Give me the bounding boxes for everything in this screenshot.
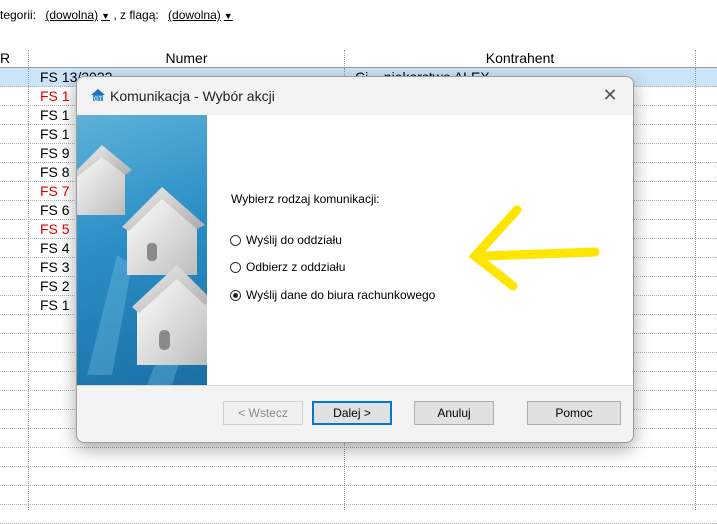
document-number-cell: FS 5: [40, 221, 70, 237]
category-filter-label: tegorii:: [0, 8, 37, 22]
radio-send-to-branch[interactable]: [230, 234, 241, 246]
table-row[interactable]: [0, 467, 717, 486]
dialog-title: Komunikacja - Wybór akcji: [110, 88, 275, 104]
document-number-cell: FS 1: [40, 126, 70, 142]
houses-illustration: [77, 115, 207, 385]
document-number-cell: FS 8: [40, 164, 70, 180]
table-row[interactable]: [0, 505, 717, 524]
document-number-cell: FS 9: [40, 145, 70, 161]
grid-divider: [28, 68, 29, 510]
house-app-icon: GT: [91, 89, 105, 102]
help-button[interactable]: Pomoc: [527, 401, 621, 425]
dialog-titlebar[interactable]: GT Komunikacja - Wybór akcji ✕: [77, 77, 633, 115]
radio-send-to-accounting[interactable]: [230, 289, 241, 301]
communication-type-prompt: Wybierz rodzaj komunikacji:: [231, 192, 380, 206]
grid-divider: [695, 68, 696, 510]
dropdown-arrow-icon: ▼: [223, 11, 233, 21]
option-receive-from-branch[interactable]: Odbierz z oddziału: [230, 260, 345, 274]
table-row[interactable]: [0, 448, 717, 467]
document-number-cell: FS 1: [40, 107, 70, 123]
document-number-cell: FS 1: [40, 88, 70, 104]
document-number-cell: FS 1: [40, 297, 70, 313]
flag-filter-label: , z flagą:: [113, 8, 159, 22]
document-number-cell: FS 6: [40, 202, 70, 218]
document-number-cell: FS 3: [40, 259, 70, 275]
dialog-separator: [77, 385, 633, 386]
back-button[interactable]: < Wstecz: [223, 401, 303, 425]
category-filter-dropdown[interactable]: (dowolna) ▼: [45, 8, 110, 22]
document-number-cell: FS 2: [40, 278, 70, 294]
document-number-cell: FS 7: [40, 183, 70, 199]
filter-bar: tegorii: (dowolna) ▼ , z flagą: (dowolna)…: [0, 8, 233, 24]
next-button[interactable]: Dalej >: [312, 401, 392, 425]
radio-receive-from-branch[interactable]: [230, 261, 241, 273]
svg-text:GT: GT: [94, 97, 103, 102]
cancel-button[interactable]: Anuluj: [414, 401, 494, 425]
column-header-extra: [696, 50, 717, 68]
document-number-cell: FS 4: [40, 240, 70, 256]
column-header-numer[interactable]: Numer: [29, 50, 345, 68]
column-header-kontrahent[interactable]: Kontrahent: [345, 50, 696, 68]
option-send-to-accounting[interactable]: Wyślij dane do biura rachunkowego: [230, 288, 435, 302]
flag-filter-dropdown[interactable]: (dowolna) ▼: [168, 8, 233, 22]
column-header-r[interactable]: R: [0, 50, 29, 68]
dropdown-arrow-icon: ▼: [101, 11, 110, 21]
annotation-arrow-icon: [468, 205, 600, 291]
table-row[interactable]: [0, 486, 717, 505]
option-send-to-branch[interactable]: Wyślij do oddziału: [230, 233, 342, 247]
close-icon[interactable]: ✕: [597, 83, 623, 107]
